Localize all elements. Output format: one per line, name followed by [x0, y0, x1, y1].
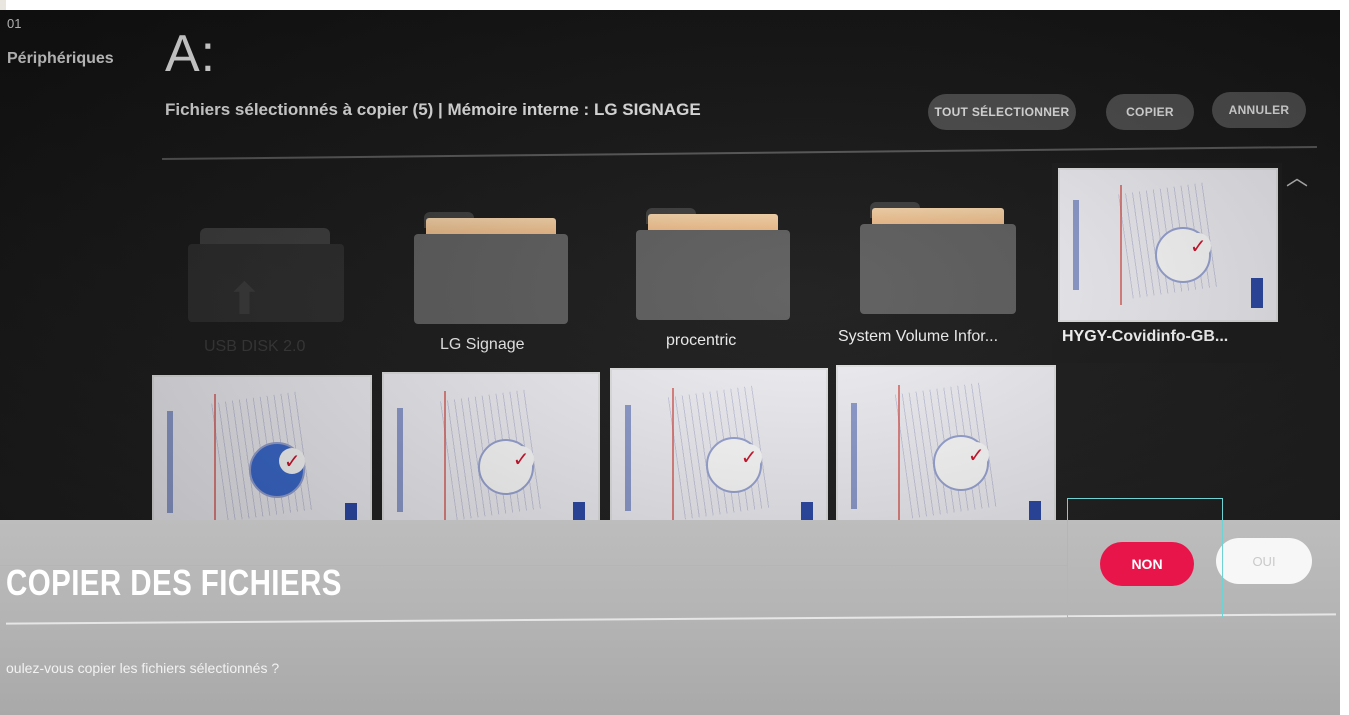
cancel-button[interactable]: ANNULER — [1212, 92, 1306, 128]
select-all-button[interactable]: TOUT SÉLECTIONNER — [928, 94, 1076, 130]
copy-button[interactable]: COPIER — [1106, 94, 1194, 130]
folder-icon[interactable] — [414, 212, 568, 324]
image-thumbnail: ✓ — [1058, 168, 1278, 322]
folder-label-procentric: procentric — [666, 332, 737, 349]
file-label-hygy: HYGY-Covidinfo-GB... — [1062, 328, 1229, 345]
usb-drive-label: USB DISK 2.0 — [204, 338, 306, 355]
drive-letter: A: — [165, 25, 217, 83]
dialog-question: oulez-vous copier les fichiers sélection… — [6, 660, 280, 676]
annotation-line — [0, 565, 1068, 566]
check-icon: ✓ — [963, 441, 990, 468]
folder-label-lg-signage: LG Signage — [440, 336, 525, 353]
device-number: 01 — [7, 16, 22, 31]
folder-label-system-volume: System Volume Infor... — [838, 328, 999, 345]
header-divider — [162, 145, 1317, 161]
selection-summary: Fichiers sélectionnés à copier (5) | Mém… — [165, 100, 701, 119]
usb-drive-icon — [188, 222, 344, 322]
scroll-up-icon[interactable]: ︿ — [1286, 160, 1308, 192]
annotation-box — [1067, 498, 1223, 618]
folder-icon[interactable] — [636, 208, 790, 320]
check-icon: ✓ — [736, 443, 763, 470]
folder-icon[interactable] — [860, 202, 1016, 314]
yes-button[interactable]: OUI — [1216, 538, 1312, 584]
device-label[interactable]: Périphériques — [7, 50, 114, 68]
dialog-title: COPIER DES FICHIERS — [6, 562, 342, 603]
usb-drive-tile[interactable] — [188, 222, 344, 332]
upload-arrow-icon: ⬆ — [226, 274, 263, 325]
